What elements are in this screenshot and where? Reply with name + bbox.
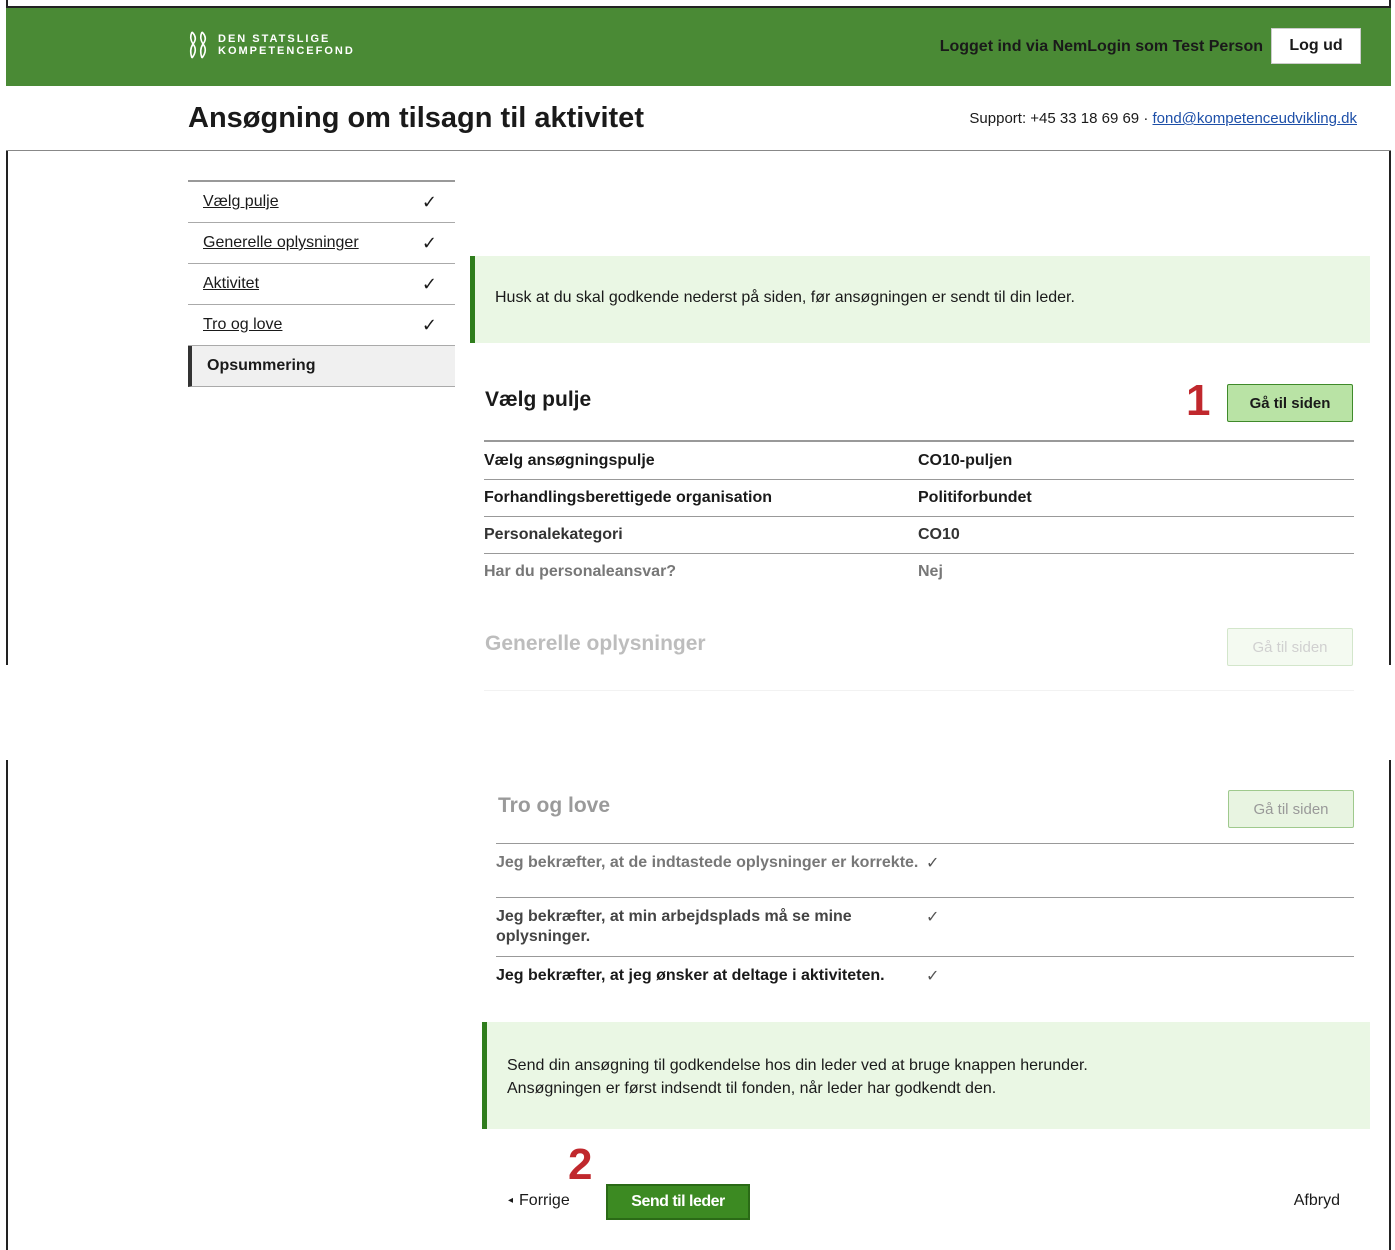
row-value: Nej: [918, 563, 943, 580]
row-key: Har du personaleansvar?: [484, 563, 677, 580]
table-row: Har du personaleansvar? Nej: [484, 553, 1354, 590]
step-label: Opsummering: [207, 357, 316, 374]
logo-line2: KOMPETENCEFOND: [218, 45, 355, 57]
section-title-vaelg-pulje: Vælg pulje: [485, 388, 592, 411]
row-value: ✓: [926, 855, 940, 872]
support-email-link[interactable]: fond@kompetenceudvikling.dk: [1152, 110, 1357, 127]
chevron-left-icon: ◂: [508, 1195, 514, 1207]
page-header: Ansøgning om tilsagn til aktivitet Suppo…: [6, 86, 1391, 151]
step-label: Tro og love: [203, 316, 283, 333]
send-to-manager-button[interactable]: Send til leder: [606, 1184, 750, 1220]
section-title-generelle: Generelle oplysninger: [485, 632, 706, 655]
check-icon: ✓: [421, 273, 437, 294]
previous-link[interactable]: ◂ Forrige: [508, 1192, 570, 1210]
frame-border: [6, 760, 8, 1250]
cancel-link[interactable]: Afbryd: [1294, 1192, 1340, 1210]
step-aktivitet[interactable]: Aktivitet ✓: [188, 264, 455, 305]
top-bar: DEN STATSLIGE KOMPETENCEFOND Logget ind …: [6, 6, 1391, 86]
step-opsummering[interactable]: Opsummering: [188, 346, 455, 387]
logo-text: DEN STATSLIGE KOMPETENCEFOND: [218, 33, 355, 57]
row-key: Jeg bekræfter, at min arbejdsplads må se…: [496, 908, 852, 945]
table-row: Forhandlingsberettigede organisation Pol…: [484, 479, 1354, 516]
row-key: Jeg bekræfter, at de indtastede oplysnin…: [496, 854, 919, 871]
logo-line1: DEN STATSLIGE: [218, 33, 331, 45]
check-icon: ✓: [421, 191, 437, 212]
check-icon: ✓: [421, 314, 437, 335]
send-info-line2: Ansøgningen er først indsendt til fonden…: [507, 1080, 997, 1097]
pulje-table: Vælg ansøgningspulje CO10-puljen Forhand…: [484, 440, 1354, 590]
table-row: Personalekategori CO10: [484, 516, 1354, 553]
reminder-text: Husk at du skal godkende nederst på side…: [495, 289, 1075, 306]
check-icon: ✓: [421, 232, 437, 253]
tro-table: Jeg bekræfter, at de indtastede oplysnin…: [496, 843, 1354, 1010]
row-value: ✓: [926, 968, 940, 985]
support-info: Support: +45 33 18 69 69 · fond@kompeten…: [969, 110, 1357, 127]
annotation-marker-2: 2: [568, 1140, 593, 1189]
step-vaelg-pulje[interactable]: Vælg pulje ✓: [188, 182, 455, 223]
table-row: Jeg bekræfter, at min arbejdsplads må se…: [496, 897, 1354, 956]
row-value: ✓: [926, 909, 940, 926]
table-row: Jeg bekræfter, at jeg ønsker at deltage …: [496, 956, 1354, 1010]
goto-page-button-generelle[interactable]: Gå til siden: [1227, 628, 1353, 666]
row-value: CO10-puljen: [918, 451, 1013, 469]
annotation-marker-1: 1: [1186, 376, 1211, 425]
goto-page-button-pulje[interactable]: Gå til siden: [1227, 384, 1353, 422]
row-key: Personalekategori: [484, 526, 623, 543]
step-label: Aktivitet: [203, 275, 260, 292]
send-info-alert: Send din ansøgning til godkendelse hos d…: [482, 1022, 1370, 1129]
step-label: Generelle oplysninger: [203, 234, 359, 251]
login-status: Logget ind via NemLogin som Test Person: [939, 38, 1263, 55]
frame-border: [1389, 760, 1391, 1250]
logo[interactable]: DEN STATSLIGE KOMPETENCEFOND: [188, 30, 355, 60]
step-label: Vælg pulje: [203, 193, 279, 210]
row-key: Vælg ansøgningspulje: [484, 451, 655, 469]
row-key: Forhandlingsberettigede organisation: [484, 489, 773, 506]
section-title-tro-og-love: Tro og love: [498, 794, 611, 817]
step-generelle-oplysninger[interactable]: Generelle oplysninger ✓: [188, 223, 455, 264]
support-phone: Support: +45 33 18 69 69 ·: [969, 110, 1153, 127]
previous-label: Forrige: [519, 1192, 570, 1209]
row-key: Jeg bekræfter, at jeg ønsker at deltage …: [496, 967, 885, 984]
logout-button[interactable]: Log ud: [1271, 28, 1361, 64]
page-title: Ansøgning om tilsagn til aktivitet: [188, 102, 644, 134]
faded-divider: [484, 690, 1354, 691]
reminder-alert: Husk at du skal godkende nederst på side…: [470, 256, 1370, 343]
row-value: Politiforbundet: [918, 489, 1032, 506]
send-info-line1: Send din ansøgning til godkendelse hos d…: [507, 1057, 1088, 1074]
row-value: CO10: [918, 526, 960, 543]
table-row: Vælg ansøgningspulje CO10-puljen: [484, 442, 1354, 479]
step-nav: Vælg pulje ✓ Generelle oplysninger ✓ Akt…: [188, 180, 455, 387]
step-tro-og-love[interactable]: Tro og love ✓: [188, 305, 455, 346]
goto-page-button-tro[interactable]: Gå til siden: [1228, 790, 1354, 828]
logo-icon: [188, 30, 210, 60]
table-row: Jeg bekræfter, at de indtastede oplysnin…: [496, 843, 1354, 897]
